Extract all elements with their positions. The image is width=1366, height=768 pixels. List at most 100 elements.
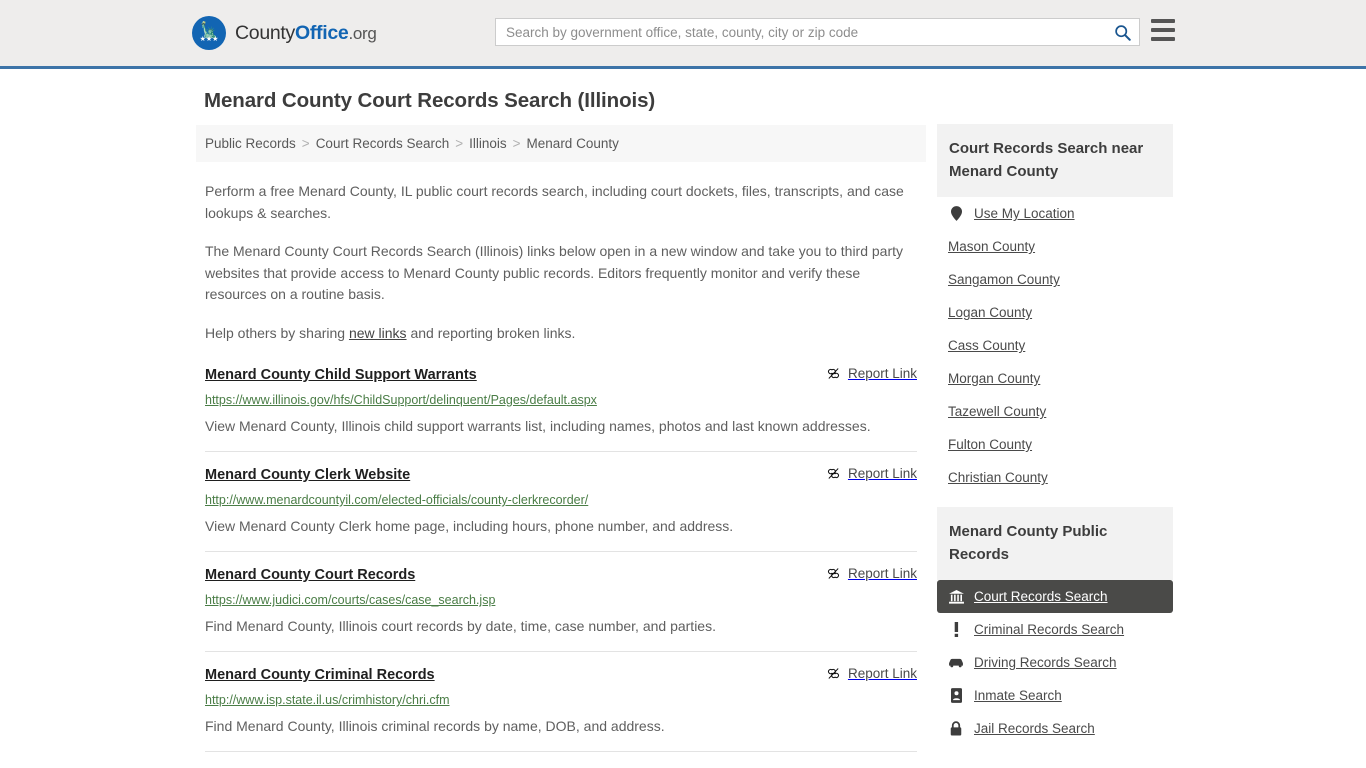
broken-link-icon [827, 468, 839, 479]
sidebar-item-cass-county[interactable]: Cass County [937, 329, 1173, 362]
result-title-link[interactable]: Menard County Clerk Website [205, 465, 422, 485]
result-description: Find Menard County, Illinois criminal re… [205, 718, 665, 734]
report-link-button[interactable]: Report Link [826, 565, 917, 581]
logo-text-county: County [235, 21, 295, 44]
sidebar-item-logan-county[interactable]: Logan County [937, 296, 1173, 329]
report-link-button[interactable]: Report Link [826, 365, 917, 381]
sidebar-link-label[interactable]: Jail Records Search [974, 721, 1095, 736]
result-item: Menard County Child Support Warrants Rep… [205, 365, 917, 452]
result-header: Menard County Court Records Report Link [205, 565, 917, 585]
breadcrumb-separator: > [455, 136, 464, 151]
search-icon [1114, 24, 1131, 41]
sidebar-item-fulton-county[interactable]: Fulton County [937, 428, 1173, 461]
sidebar-link-label[interactable]: Driving Records Search [974, 655, 1117, 670]
nearby-counties-panel: Court Records Search near Menard County … [937, 124, 1173, 494]
result-url[interactable]: https://www.illinois.gov/hfs/ChildSuppor… [205, 392, 917, 408]
search-input[interactable] [496, 24, 1105, 40]
intro-paragraph-3: Help others by sharing new links and rep… [205, 323, 917, 345]
report-link-label: Report Link [847, 566, 917, 581]
sidebar-item-christian-county[interactable]: Christian County [937, 461, 1173, 494]
sidebar: Court Records Search near Menard County … [937, 124, 1173, 758]
site-logo[interactable]: 🗽 ★★★ CountyOffice.org [192, 16, 377, 50]
breadcrumb-separator: > [512, 136, 521, 151]
courthouse-icon [948, 589, 964, 604]
logo-text-office: Office [295, 21, 349, 44]
breadcrumb-separator: > [301, 136, 310, 151]
intro-p3-after: and reporting broken links. [406, 324, 576, 341]
result-item: Menard County Court Records Report Link … [205, 565, 917, 652]
result-title-link[interactable]: Menard County Court Records [205, 565, 427, 585]
nearby-counties-heading: Court Records Search near Menard County [937, 124, 1173, 197]
breadcrumb-item-court-records-search[interactable]: Court Records Search [316, 136, 450, 151]
sidebar-link-label[interactable]: Cass County [948, 338, 1025, 353]
broken-link-icon [827, 368, 839, 379]
result-item: Menard County Clerk Website Report Link … [205, 465, 917, 552]
search-bar[interactable] [495, 18, 1140, 46]
sidebar-item-criminal-records-search[interactable]: Criminal Records Search [937, 613, 1173, 646]
sidebar-link-label[interactable]: Inmate Search [974, 688, 1062, 703]
report-link-label: Report Link [847, 666, 917, 681]
sidebar-item-mason-county[interactable]: Mason County [937, 230, 1173, 263]
breadcrumb-item-illinois[interactable]: Illinois [469, 136, 507, 151]
intro-paragraph-1: Perform a free Menard County, IL public … [205, 183, 904, 221]
report-link-button[interactable]: Report Link [826, 665, 917, 681]
site-header: 🗽 ★★★ CountyOffice.org [0, 0, 1366, 69]
sidebar-link-label[interactable]: Sangamon County [948, 272, 1060, 287]
result-url[interactable]: https://www.judici.com/courts/cases/case… [205, 592, 917, 608]
result-header: Menard County Criminal Records Report Li… [205, 665, 917, 685]
result-url[interactable]: http://www.isp.state.il.us/crimhistory/c… [205, 692, 917, 708]
sidebar-link-label[interactable]: Christian County [948, 470, 1048, 485]
report-link-label: Report Link [847, 466, 917, 481]
public-records-list: Court Records Search Criminal Records Se… [937, 580, 1173, 745]
sidebar-item-morgan-county[interactable]: Morgan County [937, 362, 1173, 395]
sidebar-item-use-my-location[interactable]: Use My Location [937, 197, 1173, 230]
sidebar-link-label[interactable]: Tazewell County [948, 404, 1046, 419]
sidebar-link-label[interactable]: Fulton County [948, 437, 1032, 452]
exclamation-icon [948, 622, 964, 637]
sidebar-item-court-records-search[interactable]: Court Records Search [937, 580, 1173, 613]
result-header: Menard County Child Support Warrants Rep… [205, 365, 917, 385]
result-title-link[interactable]: Menard County Child Support Warrants [205, 365, 489, 385]
main-content: Public Records > Court Records Search > … [196, 125, 926, 768]
result-header: Menard County Clerk Website Report Link [205, 465, 917, 485]
breadcrumb-item-menard-county: Menard County [526, 136, 619, 151]
sidebar-link-label[interactable]: Criminal Records Search [974, 622, 1124, 637]
sidebar-link-label[interactable]: Morgan County [948, 371, 1040, 386]
public-records-panel: Menard County Public Records Court Recor… [937, 507, 1173, 745]
result-title-link[interactable]: Menard County Criminal Records [205, 665, 447, 685]
logo-text-org: .org [348, 23, 377, 43]
result-item: Menard County Criminal Records Report Li… [205, 665, 917, 752]
public-records-heading: Menard County Public Records [937, 507, 1173, 580]
hamburger-bar [1151, 19, 1175, 23]
report-link-label: Report Link [847, 366, 917, 381]
nearby-counties-list: Use My Location Mason County Sangamon Co… [937, 197, 1173, 494]
result-description: View Menard County Clerk home page, incl… [205, 518, 734, 534]
id-badge-icon [948, 688, 964, 703]
hamburger-bar [1151, 28, 1175, 32]
result-description: View Menard County, Illinois child suppo… [205, 418, 871, 434]
search-button[interactable] [1105, 19, 1139, 45]
hamburger-menu-icon[interactable] [1151, 19, 1175, 41]
sidebar-link-label[interactable]: Logan County [948, 305, 1032, 320]
report-link-button[interactable]: Report Link [826, 465, 917, 481]
breadcrumb-item-public-records[interactable]: Public Records [205, 136, 296, 151]
sidebar-item-driving-records-search[interactable]: Driving Records Search [937, 646, 1173, 679]
result-url[interactable]: http://www.menardcountyil.com/elected-of… [205, 492, 917, 508]
intro-p3-before: Help others by sharing [205, 324, 349, 341]
result-description: Find Menard County, Illinois court recor… [205, 618, 716, 634]
new-links-link[interactable]: new links [349, 325, 407, 341]
map-pin-icon [948, 206, 964, 221]
sidebar-link-label[interactable]: Use My Location [974, 206, 1075, 221]
intro-paragraph-2: The Menard County Court Records Search (… [205, 243, 904, 302]
lock-icon [948, 721, 964, 736]
sidebar-item-sangamon-county[interactable]: Sangamon County [937, 263, 1173, 296]
sidebar-item-inmate-search[interactable]: Inmate Search [937, 679, 1173, 712]
sidebar-item-tazewell-county[interactable]: Tazewell County [937, 395, 1173, 428]
logo-wordmark: CountyOffice.org [235, 22, 377, 45]
sidebar-link-label[interactable]: Court Records Search [974, 589, 1108, 604]
results-list: Menard County Child Support Warrants Rep… [196, 365, 926, 768]
sidebar-link-label[interactable]: Mason County [948, 239, 1035, 254]
hamburger-bar [1151, 37, 1175, 41]
sidebar-item-jail-records-search[interactable]: Jail Records Search [937, 712, 1173, 745]
eagle-seal-icon: 🗽 ★★★ [192, 16, 226, 50]
